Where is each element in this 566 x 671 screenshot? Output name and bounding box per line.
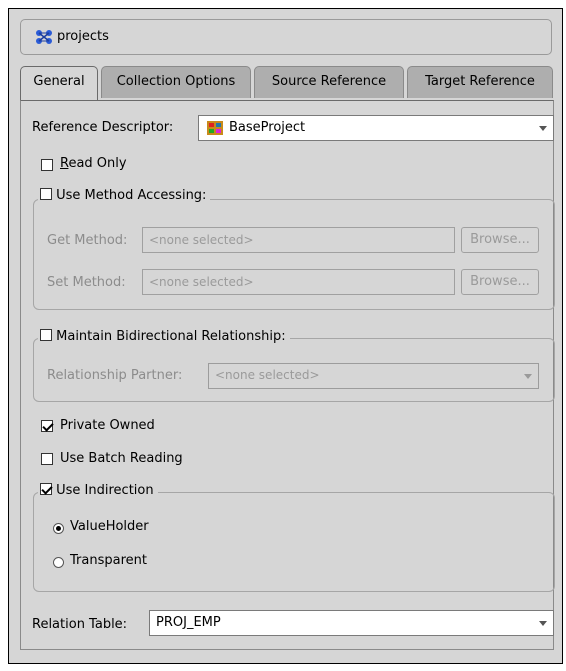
indirection-group [33, 492, 555, 592]
bidirectional-legend: Maintain Bidirectional Relationship: [38, 329, 290, 344]
tab-general[interactable]: General [20, 66, 98, 100]
use-indirection-label: Use Indirection [56, 483, 154, 498]
method-accessing-legend: Use Method Accessing: [38, 188, 211, 203]
get-method-label: Get Method: [47, 233, 128, 248]
descriptor-icon [207, 121, 223, 135]
batch-reading-label: Use Batch Reading [60, 451, 183, 466]
use-method-accessing-checkbox[interactable] [40, 188, 52, 200]
tab-source-reference-label: Source Reference [271, 74, 387, 89]
chevron-down-icon [524, 374, 532, 379]
private-owned-checkbox[interactable] [41, 420, 53, 432]
set-method-value: <none selected> [149, 275, 254, 289]
relation-table-value: PROJ_EMP [156, 615, 221, 630]
read-only-label: Read Only [60, 156, 127, 171]
transparent-radio[interactable] [53, 557, 64, 568]
relation-table-label: Relation Table: [32, 617, 128, 632]
relationship-partner-label: Relationship Partner: [47, 368, 183, 383]
chevron-down-icon [539, 126, 547, 131]
reference-descriptor-combo[interactable]: BaseProject [198, 115, 554, 141]
tab-collection-options[interactable]: Collection Options [101, 66, 251, 98]
tab-target-reference[interactable]: Target Reference [407, 66, 553, 98]
tab-collection-options-label: Collection Options [116, 74, 236, 89]
use-indirection-checkbox[interactable] [40, 483, 52, 495]
tab-source-reference[interactable]: Source Reference [254, 66, 404, 98]
mapping-icon [36, 30, 52, 44]
set-method-browse-button[interactable]: Browse... [461, 269, 539, 295]
use-method-accessing-label: Use Method Accessing: [56, 188, 207, 203]
relationship-partner-combo[interactable]: <none selected> [208, 363, 539, 389]
maintain-bidirectional-checkbox[interactable] [40, 329, 52, 341]
reference-descriptor-label: Reference Descriptor: [32, 120, 174, 135]
maintain-bidirectional-label: Maintain Bidirectional Relationship: [56, 329, 286, 344]
mapping-title-box: projects [20, 19, 552, 55]
relationship-partner-value: <none selected> [215, 368, 320, 382]
chevron-down-icon [539, 621, 547, 626]
reference-descriptor-value: BaseProject [229, 120, 306, 135]
private-owned-label: Private Owned [60, 418, 155, 433]
get-method-value: <none selected> [149, 233, 254, 247]
mapping-title: projects [57, 29, 109, 44]
relation-table-combo[interactable]: PROJ_EMP [149, 610, 554, 636]
indirection-legend: Use Indirection [38, 483, 158, 498]
set-method-label: Set Method: [47, 275, 126, 290]
set-method-field[interactable]: <none selected> [142, 269, 455, 295]
valueholder-radio[interactable] [53, 523, 64, 534]
transparent-label: Transparent [70, 553, 147, 568]
valueholder-label: ValueHolder [70, 519, 149, 534]
tab-general-label: General [33, 74, 85, 89]
tab-target-reference-label: Target Reference [425, 74, 535, 89]
get-method-field[interactable]: <none selected> [142, 227, 455, 253]
read-only-checkbox[interactable] [41, 159, 53, 171]
get-method-browse-button[interactable]: Browse... [461, 227, 539, 253]
batch-reading-checkbox[interactable] [41, 453, 53, 465]
